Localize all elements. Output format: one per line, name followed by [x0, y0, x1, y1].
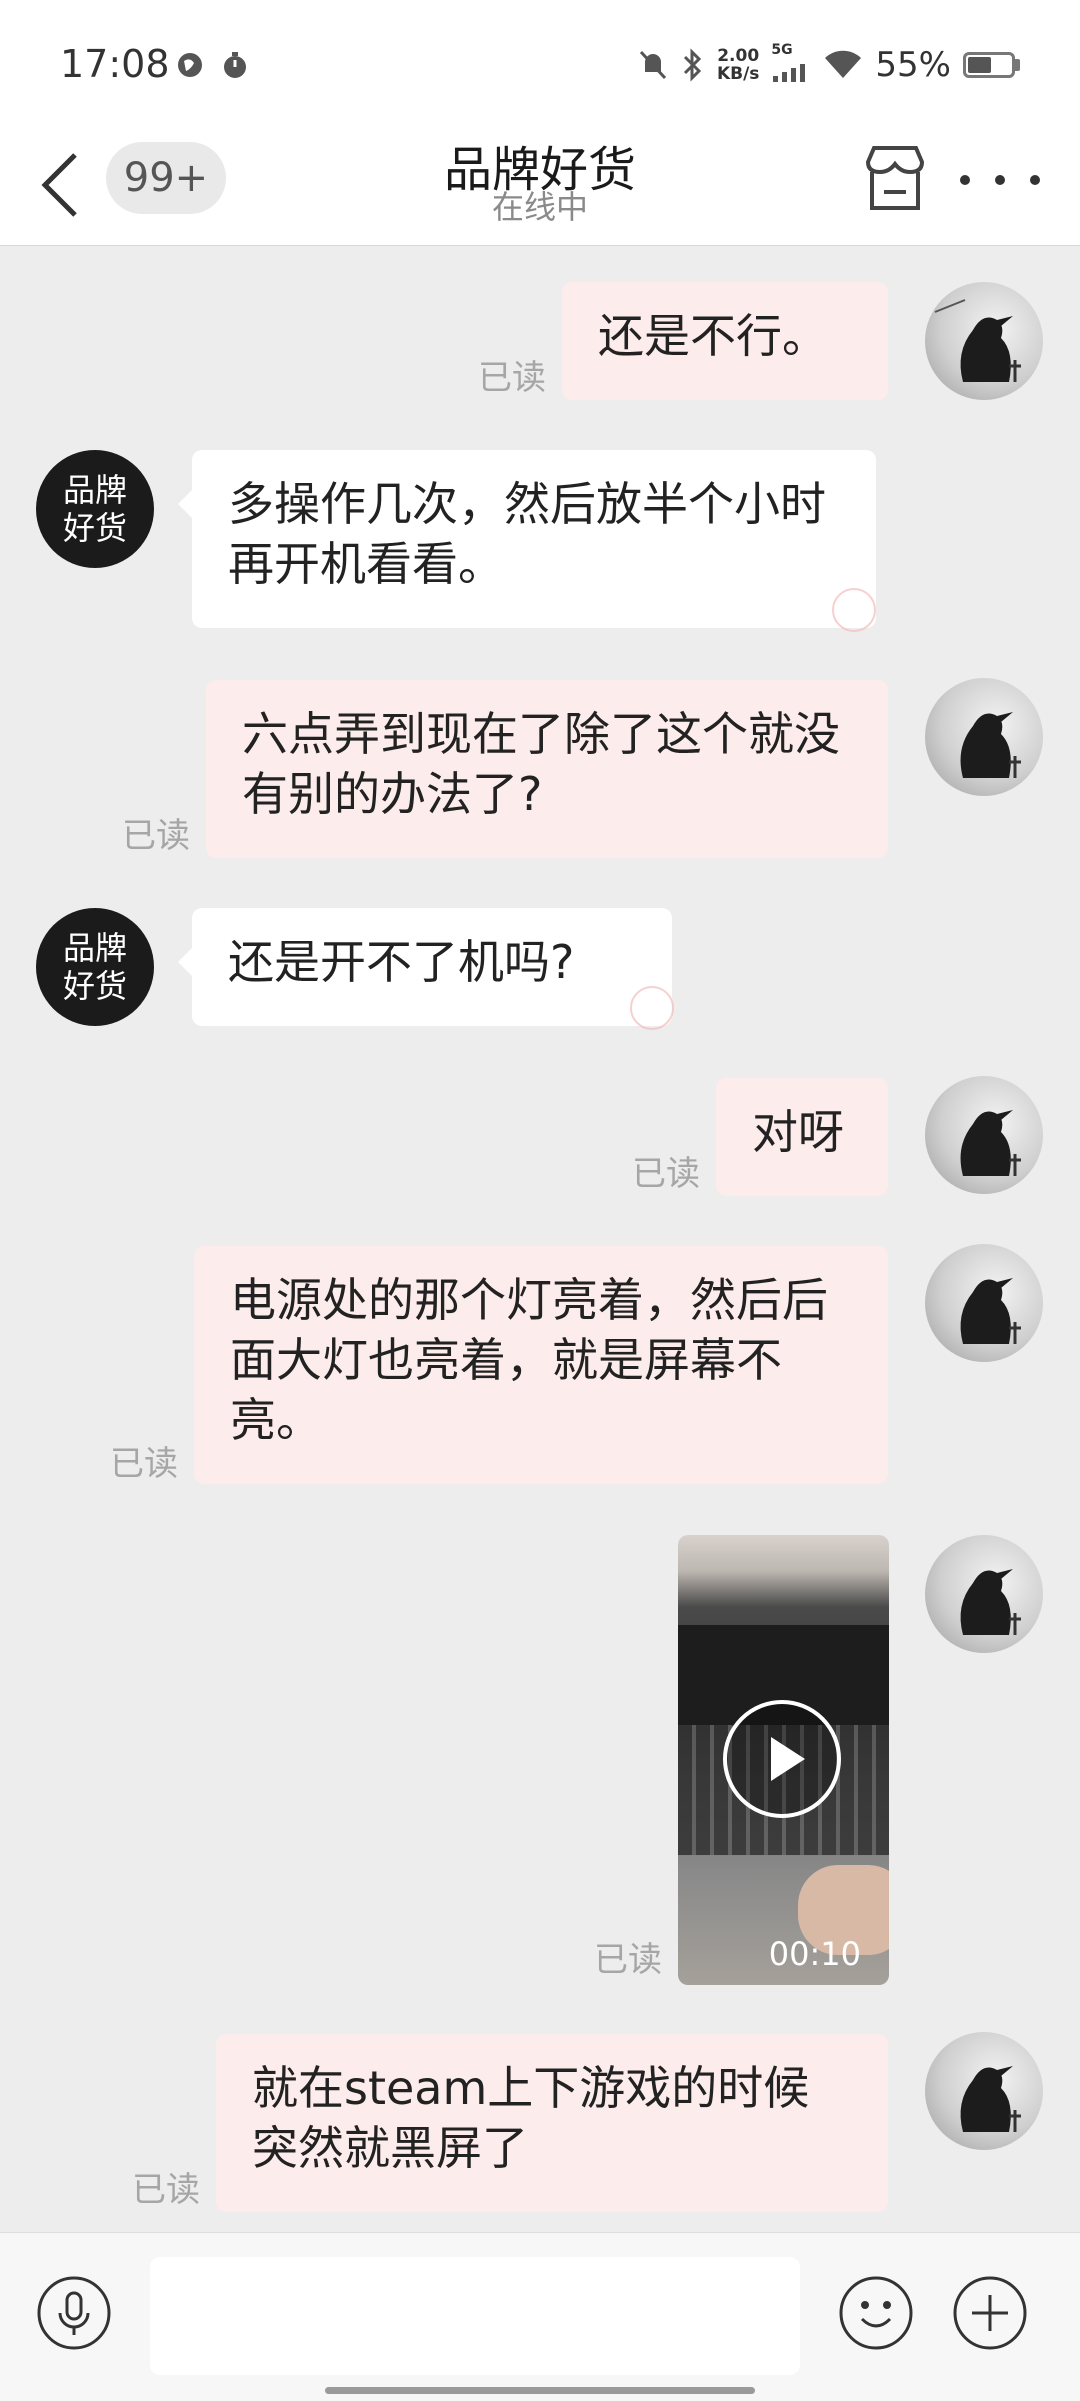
voice-button[interactable] — [36, 2275, 112, 2351]
user-avatar[interactable] — [925, 282, 1043, 400]
status-time: 17:08 — [60, 42, 170, 86]
chat-header: 99+ 品牌好货 在线中 — [0, 130, 1080, 246]
raven-icon — [960, 1569, 1021, 1635]
status-bar: 17:08 2.00 KB/s 5G 55% — [0, 0, 1080, 130]
signal-bars-icon — [773, 64, 806, 82]
home-indicator[interactable] — [325, 2387, 755, 2394]
message-bubble-outgoing[interactable]: 六点弄到现在了除了这个就没有别的办法了? — [206, 680, 888, 858]
more-options-button[interactable] — [960, 170, 1040, 190]
raven-icon — [960, 2066, 1021, 2132]
timer-icon — [224, 52, 246, 78]
user-avatar[interactable] — [925, 1244, 1043, 1362]
read-status: 已读 — [632, 1154, 700, 1194]
bluetooth-icon — [683, 48, 702, 82]
wifi-icon — [825, 50, 862, 78]
input-bar — [0, 2232, 1080, 2401]
message-bubble-incoming[interactable]: 还是开不了机吗? — [178, 908, 672, 1026]
watermark-icon — [630, 986, 674, 1030]
raven-icon — [960, 1278, 1021, 1344]
net-speed-value: 2.00 — [717, 46, 760, 66]
message-bubble-incoming[interactable]: 多操作几次，然后放半个小时再开机看看。 — [178, 450, 876, 628]
mute-bell-icon — [639, 50, 667, 80]
dot-icon — [995, 175, 1005, 185]
shop-avatar[interactable]: 品牌好货 — [36, 450, 154, 568]
user-avatar[interactable] — [925, 1535, 1043, 1653]
video-message[interactable]: 00:10 — [678, 1535, 889, 1985]
message-bubble-outgoing[interactable]: 电源处的那个灯亮着，然后后面大灯也亮着，就是屏幕不亮。 — [194, 1246, 888, 1484]
battery-icon — [963, 52, 1020, 78]
read-status: 已读 — [132, 2170, 200, 2210]
status-right: 2.00 KB/s 5G 55% — [637, 40, 1020, 90]
globe-icon — [178, 53, 202, 77]
shop-icon[interactable] — [860, 142, 930, 214]
shop-avatar[interactable]: 品牌好货 — [36, 908, 154, 1026]
user-avatar[interactable] — [925, 678, 1043, 796]
read-status: 已读 — [478, 358, 546, 398]
net-speed: 2.00 KB/s — [717, 47, 759, 83]
dot-icon — [1030, 175, 1040, 185]
read-status: 已读 — [594, 1940, 662, 1980]
battery-percent: 55% — [875, 45, 951, 85]
message-input[interactable] — [150, 2257, 800, 2375]
play-icon[interactable] — [723, 1700, 841, 1818]
user-avatar[interactable] — [925, 2032, 1043, 2150]
message-bubble-outgoing[interactable]: 就在steam上下游戏的时候突然就黑屏了 — [216, 2034, 888, 2212]
shop-avatar-text: 品牌好货 — [62, 471, 127, 547]
emoji-button[interactable] — [838, 2275, 914, 2351]
network-type: 5G — [771, 42, 793, 58]
message-bubble-outgoing[interactable]: 还是不行。 — [562, 282, 888, 400]
dot-icon — [960, 175, 970, 185]
watermark-icon — [832, 588, 876, 632]
plus-button[interactable] — [952, 2275, 1028, 2351]
read-status: 已读 — [110, 1444, 178, 1484]
raven-icon — [934, 299, 1021, 382]
shop-avatar-text: 品牌好货 — [62, 929, 127, 1005]
cell-signal: 5G — [771, 42, 811, 82]
user-avatar[interactable] — [925, 1076, 1043, 1194]
video-duration: 00:10 — [768, 1935, 861, 1973]
raven-icon — [960, 712, 1021, 778]
message-bubble-outgoing[interactable]: 对呀 — [716, 1078, 888, 1196]
net-speed-unit: KB/s — [716, 64, 760, 84]
raven-icon — [960, 1110, 1021, 1176]
read-status: 已读 — [122, 816, 190, 856]
